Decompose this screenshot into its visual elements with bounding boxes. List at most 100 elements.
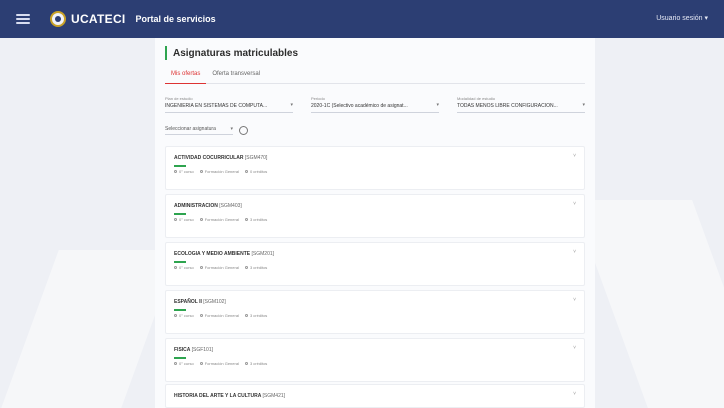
course-meta: 0° curso Formación General 3 créditos (174, 361, 267, 366)
course-title: ECOLOGIA Y MEDIO AMBIENTE [SGM201] (174, 251, 274, 257)
course-year: 0° curso (179, 313, 194, 318)
course-code: [SGM102] (203, 299, 226, 305)
course-year: 0° curso (179, 169, 194, 174)
title-accent (165, 46, 167, 60)
period-select[interactable]: Periodo 2020-1C (Selectivo académico de … (311, 96, 439, 113)
type-icon (199, 218, 203, 221)
chevron-down-icon[interactable]: ˅ (573, 201, 576, 207)
course-title: ESPAÑOL II [SGM102] (174, 299, 226, 305)
year-icon (174, 314, 177, 317)
modality-value: TODAS MENOS LIBRE CONFIGURACIÓN... (457, 103, 558, 109)
course-accent (174, 213, 186, 215)
period-label: Periodo (311, 96, 325, 101)
modality-select[interactable]: Modalidad de estudio TODAS MENOS LIBRE C… (457, 96, 585, 113)
course-name: HISTORIA DEL ARTE Y LA CULTURA (174, 393, 262, 399)
subject-select[interactable]: Seleccionar asignatura ▾ (165, 126, 233, 135)
course-card[interactable]: ADMINISTRACION [SGM403] 0° curso Formaci… (165, 194, 585, 238)
chevron-down-icon[interactable]: ˅ (573, 297, 576, 303)
plan-value: INGENIERÍA EN SISTEMAS DE COMPUTA... (165, 103, 268, 109)
course-type: Formación General (204, 217, 239, 222)
logo[interactable]: UCATECI (50, 11, 126, 27)
course-card[interactable]: FISICA [SGF101] 0° curso Formación Gener… (165, 338, 585, 382)
tab-mis-ofertas[interactable]: Mis ofertas (165, 68, 207, 84)
subject-select-value: Seleccionar asignatura (165, 126, 216, 132)
tab-oferta-transversal[interactable]: Oferta transversal (206, 68, 266, 84)
course-credits: 0 créditos (249, 169, 268, 174)
logo-icon (50, 11, 66, 27)
course-code: [SGF101] (191, 347, 214, 353)
chevron-down-icon[interactable]: ˅ (573, 345, 576, 351)
course-type: Formación General (204, 169, 239, 174)
course-credits: 3 créditos (249, 313, 268, 318)
course-card[interactable]: ESPAÑOL II [SGM102] 0° curso Formación G… (165, 290, 585, 334)
course-code: [SGM421] (262, 393, 286, 399)
credits-icon (244, 170, 248, 173)
credits-icon (244, 218, 248, 221)
course-credits: 3 créditos (249, 217, 268, 222)
page-title: Asignaturas matriculables (173, 47, 299, 59)
chevron-down-icon: ▾ (436, 102, 439, 108)
credits-icon (244, 314, 248, 317)
course-card[interactable]: ACTIVIDAD COCURRICULAR [SGM470] 0° curso… (165, 146, 585, 190)
course-accent (174, 165, 186, 167)
clear-filter-icon[interactable] (239, 126, 248, 135)
course-title: HISTORIA DEL ARTE Y LA CULTURA [SGM421] (174, 393, 285, 399)
course-code: [SGM201] (251, 251, 275, 257)
year-icon (174, 218, 177, 221)
course-name: ESPAÑOL II (174, 299, 202, 305)
course-accent (174, 357, 186, 359)
year-icon (174, 362, 177, 365)
modality-label: Modalidad de estudio (457, 96, 496, 101)
course-type: Formación General (204, 313, 239, 318)
course-meta: 0° curso Formación General 3 créditos (174, 265, 267, 270)
course-type: Formación General (204, 361, 239, 366)
main-panel: Asignaturas matriculables Mis ofertas Of… (155, 38, 595, 408)
logo-text: UCATECI (71, 12, 126, 26)
course-name: FISICA (174, 347, 191, 353)
course-card[interactable]: ECOLOGIA Y MEDIO AMBIENTE [SGM201] 0° cu… (165, 242, 585, 286)
course-name: ACTIVIDAD COCURRICULAR (174, 155, 244, 161)
portal-title: Portal de servicios (135, 14, 216, 24)
course-meta: 0° curso Formación General 3 créditos (174, 313, 267, 318)
course-accent (174, 309, 186, 311)
plan-label: Plan de estudio (165, 96, 193, 101)
chevron-down-icon: ▾ (230, 126, 233, 132)
course-code: [SGM403] (219, 203, 242, 209)
course-title: ADMINISTRACION [SGM403] (174, 203, 242, 209)
top-bar: UCATECI Portal de servicios Usuario sesi… (0, 0, 724, 38)
course-type: Formación General (204, 265, 239, 270)
course-card[interactable]: HISTORIA DEL ARTE Y LA CULTURA [SGM421] … (165, 384, 585, 408)
course-code: [SGM470] (244, 155, 268, 161)
course-title: ACTIVIDAD COCURRICULAR [SGM470] (174, 155, 267, 161)
type-icon (199, 170, 203, 173)
year-icon (174, 170, 177, 173)
course-meta: 0° curso Formación General 3 créditos (174, 217, 267, 222)
chevron-down-icon: ▾ (290, 102, 293, 108)
period-value: 2020-1C (Selectivo académico de asignat.… (311, 103, 408, 109)
chevron-down-icon[interactable]: ˅ (573, 391, 576, 397)
chevron-down-icon: ▾ (582, 102, 585, 108)
course-name: ECOLOGIA Y MEDIO AMBIENTE (174, 251, 251, 257)
course-year: 0° curso (179, 217, 194, 222)
year-icon (174, 266, 177, 269)
type-icon (199, 266, 203, 269)
chevron-down-icon[interactable]: ˅ (573, 249, 576, 255)
type-icon (199, 314, 203, 317)
filters-row: Plan de estudio INGENIERÍA EN SISTEMAS D… (165, 96, 585, 113)
credits-icon (244, 362, 248, 365)
chevron-down-icon[interactable]: ˅ (573, 153, 576, 159)
course-name: ADMINISTRACION (174, 203, 218, 209)
menu-icon[interactable] (16, 14, 30, 24)
credits-icon (244, 266, 248, 269)
plan-select[interactable]: Plan de estudio INGENIERÍA EN SISTEMAS D… (165, 96, 293, 113)
course-credits: 3 créditos (249, 361, 268, 366)
course-title: FISICA [SGF101] (174, 347, 213, 353)
background-shape (1, 250, 179, 408)
course-meta: 0° curso Formación General 0 créditos (174, 169, 267, 174)
type-icon (199, 362, 203, 365)
tab-bar: Mis ofertas Oferta transversal (165, 68, 585, 84)
course-year: 0° curso (179, 361, 194, 366)
course-year: 0° curso (179, 265, 194, 270)
user-menu[interactable]: Usuario sesión ▾ (656, 14, 708, 22)
course-credits: 3 créditos (249, 265, 268, 270)
